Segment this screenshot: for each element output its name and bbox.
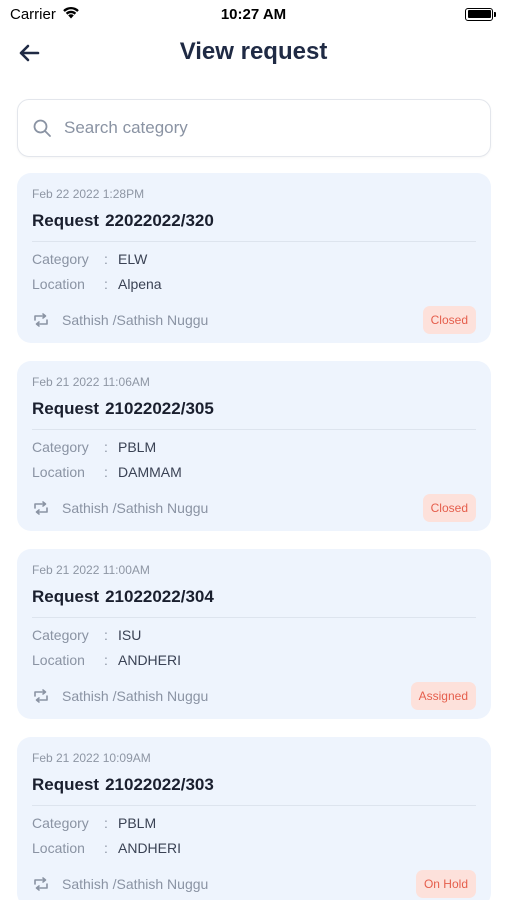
- request-card[interactable]: Feb 21 2022 10:09AM Request 21022022/303 …: [17, 737, 491, 900]
- category-value: ISU: [118, 627, 142, 643]
- location-row: Location : DAMMAM: [32, 464, 476, 480]
- reassign-icon: [34, 313, 48, 327]
- location-separator: :: [104, 276, 108, 292]
- location-value: Alpena: [118, 276, 162, 292]
- location-row: Location : Alpena: [32, 276, 476, 292]
- request-number: 21022022/305: [105, 399, 214, 418]
- carrier-label: Carrier: [10, 5, 56, 23]
- divider: [32, 805, 476, 806]
- location-separator: :: [104, 464, 108, 480]
- page-title: View request: [179, 38, 328, 65]
- location-separator: :: [104, 840, 108, 856]
- category-separator: :: [104, 627, 108, 643]
- request-card[interactable]: Feb 22 2022 1:28PM Request 22022022/320 C…: [17, 173, 491, 343]
- status-left: Carrier: [10, 5, 80, 23]
- category-separator: :: [104, 815, 108, 831]
- battery-level: [467, 10, 491, 18]
- divider: [32, 241, 476, 242]
- request-number: 22022022/320: [105, 211, 214, 230]
- divider: [32, 617, 476, 618]
- request-card[interactable]: Feb 21 2022 11:06AM Request 21022022/305 …: [17, 361, 491, 531]
- status-bar: Carrier 10:27 AM: [0, 0, 507, 28]
- assignee-name: Sathish /Sathish Nuggu: [62, 688, 209, 704]
- divider: [32, 429, 476, 430]
- location-row: Location : ANDHERI: [32, 652, 476, 668]
- request-number: 21022022/304: [105, 587, 214, 606]
- location-label: Location: [32, 652, 85, 668]
- request-date: Feb 21 2022 11:06AM: [32, 375, 150, 389]
- category-label: Category: [32, 627, 89, 643]
- assignee-name: Sathish /Sathish Nuggu: [62, 312, 209, 328]
- status-badge: Assigned: [410, 682, 476, 710]
- request-number: 21022022/303: [105, 775, 214, 794]
- category-label: Category: [32, 439, 89, 455]
- request-title: Request 21022022/304: [32, 587, 476, 609]
- category-value: PBLM: [118, 815, 157, 831]
- category-row: Category : PBLM: [32, 439, 476, 455]
- category-value: PBLM: [118, 439, 157, 455]
- wifi-icon: [62, 5, 80, 23]
- location-row: Location : ANDHERI: [32, 840, 476, 856]
- request-title: Request 22022022/320: [32, 211, 476, 233]
- search-input[interactable]: [64, 118, 490, 138]
- location-value: DAMMAM: [118, 464, 182, 480]
- location-separator: :: [104, 652, 108, 668]
- category-label: Category: [32, 815, 89, 831]
- request-label: Request: [32, 587, 100, 606]
- request-card[interactable]: Feb 21 2022 11:00AM Request 21022022/304 …: [17, 549, 491, 719]
- location-value: ANDHERI: [118, 652, 182, 668]
- reassign-icon: [34, 689, 48, 703]
- category-row: Category : ELW: [32, 251, 476, 267]
- request-title: Request 21022022/303: [32, 775, 476, 797]
- reassign-icon: [34, 877, 48, 891]
- assignee-row: Sathish /Sathish Nuggu Closed: [32, 494, 476, 522]
- category-separator: :: [104, 439, 108, 455]
- search-bar[interactable]: [17, 99, 491, 157]
- assignee-name: Sathish /Sathish Nuggu: [62, 500, 209, 516]
- assignee-row: Sathish /Sathish Nuggu On Hold: [32, 870, 476, 898]
- assignee-row: Sathish /Sathish Nuggu Assigned: [32, 682, 476, 710]
- category-value: ELW: [118, 251, 148, 267]
- location-label: Location: [32, 276, 85, 292]
- request-date: Feb 22 2022 1:28PM: [32, 187, 145, 201]
- assignee-name: Sathish /Sathish Nuggu: [62, 876, 209, 892]
- request-label: Request: [32, 399, 100, 418]
- header: View request: [0, 28, 507, 78]
- search-icon: [33, 119, 51, 137]
- category-label: Category: [32, 251, 89, 267]
- category-row: Category : ISU: [32, 627, 476, 643]
- request-date: Feb 21 2022 10:09AM: [32, 751, 151, 765]
- location-value: ANDHERI: [118, 840, 182, 856]
- location-label: Location: [32, 464, 85, 480]
- assignee-row: Sathish /Sathish Nuggu Closed: [32, 306, 476, 334]
- request-label: Request: [32, 211, 100, 230]
- status-badge: Closed: [422, 494, 476, 522]
- request-date: Feb 21 2022 11:00AM: [32, 563, 150, 577]
- status-badge: Closed: [422, 306, 476, 334]
- request-label: Request: [32, 775, 100, 794]
- location-label: Location: [32, 840, 85, 856]
- battery-icon: [465, 7, 496, 21]
- reassign-icon: [34, 501, 48, 515]
- category-row: Category : PBLM: [32, 815, 476, 831]
- category-separator: :: [104, 251, 108, 267]
- status-badge: On Hold: [415, 870, 476, 898]
- view-request-screen: Carrier 10:27 AM View request Search cat…: [0, 0, 507, 900]
- request-title: Request 21022022/305: [32, 399, 476, 421]
